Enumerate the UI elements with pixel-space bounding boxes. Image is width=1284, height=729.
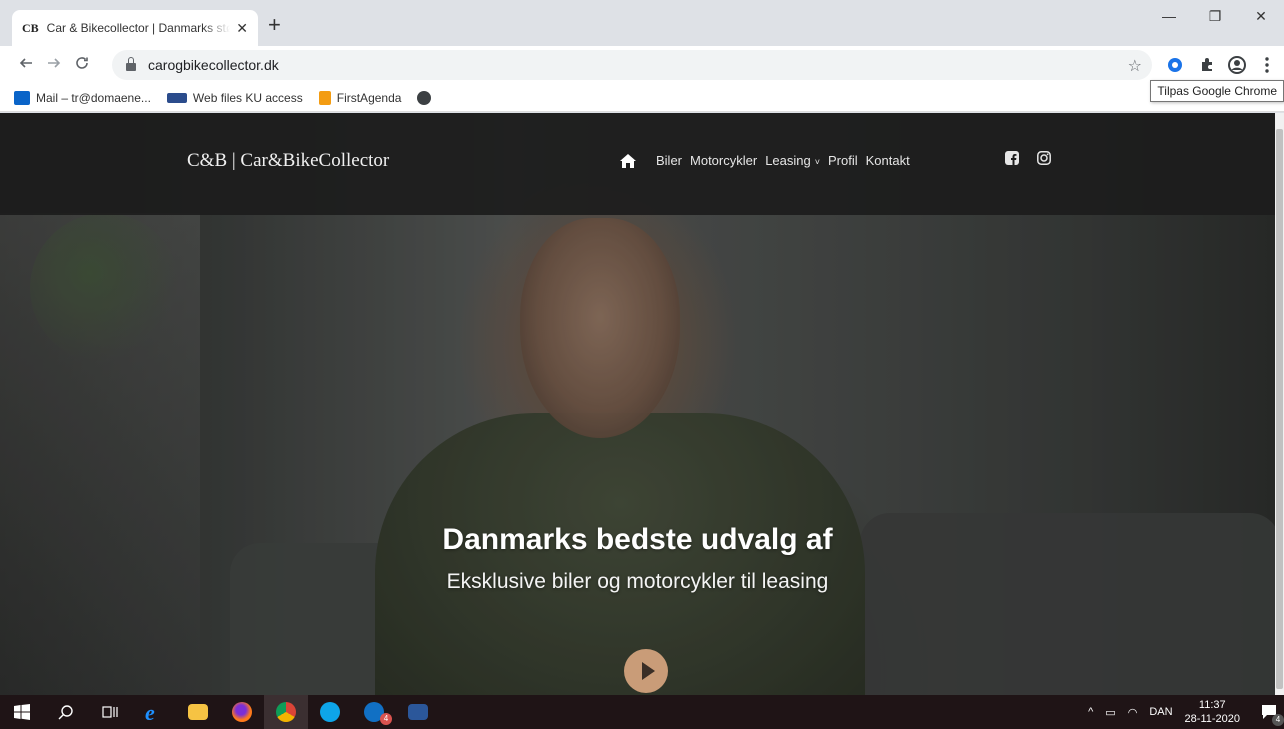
skype-business-app[interactable]: 4 [352, 695, 396, 729]
tab-title: Car & Bikecollector | Danmarks største [46, 21, 231, 35]
system-tray: ^ ▭ ◠ DAN 11:37 28-11-2020 4 [1088, 695, 1284, 729]
page-scrollbar[interactable] [1275, 113, 1284, 695]
globe-icon [417, 90, 432, 105]
chrome-icon [276, 702, 296, 722]
play-video-button[interactable] [624, 649, 668, 693]
task-view-icon [102, 706, 118, 718]
site-nav: Biler Motorcykler Leasing ˅ Profil Kontak… [620, 153, 918, 168]
reload-button[interactable] [68, 56, 96, 75]
bookmark-firstagenda[interactable]: FirstAgenda [318, 90, 402, 105]
arrow-right-icon [48, 57, 61, 68]
firstagenda-icon [318, 90, 331, 105]
internet-explorer-icon: e [145, 701, 155, 723]
windows-taskbar: e 4 ^ ▭ ◠ DAN 11:37 28-11-2020 4 [0, 695, 1284, 729]
nav-leasing[interactable]: Leasing ˅ [765, 153, 820, 168]
bookmark-label: FirstAgenda [336, 90, 402, 105]
puzzle-icon[interactable] [1196, 54, 1218, 76]
address-bar[interactable]: carogbikecollector.dk ☆ [112, 50, 1152, 80]
browser-tab[interactable]: CB Car & Bikecollector | Danmarks størst… [12, 10, 258, 46]
nav-leasing-label: Leasing [765, 153, 811, 168]
word-icon [408, 704, 428, 720]
scrollbar-thumb[interactable] [1276, 129, 1283, 689]
bookmark-mail[interactable]: Mail – tr@domaene... [14, 90, 151, 105]
task-view-button[interactable] [88, 695, 132, 729]
file-explorer-app[interactable] [176, 695, 220, 729]
edge-app[interactable]: e [132, 695, 176, 729]
windows-icon [14, 704, 30, 720]
customize-chrome-tooltip: Tilpas Google Chrome [1150, 80, 1284, 102]
language-indicator[interactable]: DAN [1149, 706, 1172, 718]
extension-icon[interactable] [1164, 54, 1186, 76]
nav-profil[interactable]: Profil [828, 153, 858, 168]
nav-motorcykler[interactable]: Motorcykler [690, 153, 757, 168]
restore-button[interactable]: ❐ [1192, 0, 1238, 32]
bookmarks-bar: Mail – tr@domaene... Web files KU access… [0, 84, 1284, 112]
folder-icon [188, 704, 208, 720]
url-text: carogbikecollector.dk [148, 57, 279, 73]
wifi-icon[interactable]: ◠ [1128, 706, 1138, 719]
search-button[interactable] [44, 695, 88, 729]
battery-icon[interactable]: ▭ [1105, 706, 1115, 719]
web-page: C&B | Car&BikeCollector Biler Motorcykle… [0, 113, 1275, 695]
menu-dots-icon[interactable] [1256, 54, 1278, 76]
bookmark-star-icon[interactable]: ☆ [1128, 56, 1142, 76]
chrome-app[interactable] [264, 695, 308, 729]
show-hidden-icons-icon[interactable]: ^ [1088, 706, 1093, 718]
tab-close-icon[interactable]: ✕ [236, 20, 248, 37]
nav-biler[interactable]: Biler [656, 153, 682, 168]
bookmark-globe[interactable] [417, 90, 437, 105]
reload-icon [76, 56, 88, 69]
firefox-app[interactable] [220, 695, 264, 729]
profile-icon[interactable] [1226, 54, 1248, 76]
lock-icon [126, 57, 136, 71]
skype-icon [320, 702, 340, 722]
browser-tab-strip: CB Car & Bikecollector | Danmarks størst… [0, 0, 1284, 46]
social-links [1005, 151, 1069, 170]
hero-subtitle: Eksklusive biler og motorcykler til leas… [446, 570, 829, 593]
site-logo[interactable]: C&B | Car&BikeCollector [187, 150, 389, 172]
notification-badge: 4 [1272, 714, 1284, 726]
browser-toolbar: carogbikecollector.dk ☆ [0, 46, 1284, 84]
tab-favicon-icon: CB [22, 20, 39, 35]
instagram-icon[interactable] [1037, 151, 1051, 170]
chevron-down-icon: ˅ [814, 157, 821, 167]
new-tab-button[interactable]: + [268, 14, 281, 36]
clock[interactable]: 11:37 28-11-2020 [1185, 698, 1240, 726]
ku-icon [166, 92, 187, 103]
word-app[interactable] [396, 695, 440, 729]
outlook-icon [14, 90, 30, 105]
bookmark-ku[interactable]: Web files KU access [166, 90, 303, 105]
search-icon [58, 705, 73, 720]
window-controls: — ❐ ✕ [1146, 0, 1284, 32]
arrow-left-icon [19, 57, 32, 68]
bookmark-label: Web files KU access [192, 90, 303, 105]
clock-date: 28-11-2020 [1184, 713, 1240, 725]
nav-kontakt[interactable]: Kontakt [866, 153, 910, 168]
firefox-icon [232, 702, 252, 722]
site-header: C&B | Car&BikeCollector Biler Motorcykle… [0, 113, 1275, 215]
skype-badge: 4 [380, 713, 392, 725]
close-window-button[interactable]: ✕ [1238, 0, 1284, 32]
clock-time: 11:37 [1198, 699, 1226, 711]
start-button[interactable] [0, 695, 44, 729]
skype-app[interactable] [308, 695, 352, 729]
home-icon[interactable] [620, 153, 636, 168]
back-button[interactable] [12, 56, 40, 75]
hero-title: Danmarks bedste udvalg af [442, 523, 833, 556]
bookmark-label: Mail – tr@domaene... [36, 90, 151, 105]
minimize-button[interactable]: — [1146, 0, 1192, 32]
facebook-icon[interactable] [1005, 151, 1019, 170]
svg-text:e: e [145, 701, 155, 723]
forward-button[interactable] [40, 56, 68, 75]
action-center-button[interactable]: 4 [1254, 695, 1284, 729]
